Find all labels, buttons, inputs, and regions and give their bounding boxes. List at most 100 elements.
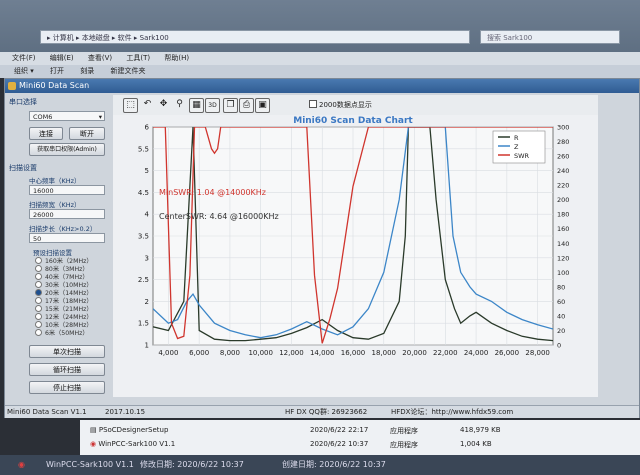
y-left-tick-label: 2 [145, 298, 149, 306]
radio-icon [35, 329, 42, 336]
file-row[interactable]: ◉ WinPCC-Sark100 V1.1 2020/6/22 10:37 应用… [90, 440, 630, 449]
preset-radio[interactable]: 40米（7MHz） [35, 273, 105, 281]
legend-label: R [514, 134, 519, 142]
stop-scan-button[interactable]: 停止扫描 [29, 381, 105, 394]
window-titlebar[interactable]: Mini60 Data Scan [5, 79, 639, 93]
menu-view[interactable]: 查看(V) [88, 54, 112, 62]
y-right-tick-label: 140 [557, 240, 569, 248]
y-left-tick-label: 1.5 [138, 320, 149, 328]
preset-radio[interactable]: 80米（3MHz） [35, 265, 105, 273]
preset-radio[interactable]: 6米（50MHz） [35, 329, 105, 337]
radio-icon [35, 265, 42, 272]
menu-bar: 文件(F) 编辑(E) 查看(V) 工具(T) 帮助(H) [0, 52, 640, 65]
window-title: Mini60 Data Scan [19, 81, 90, 90]
disconnect-button[interactable]: 断开 [69, 127, 105, 140]
serial-port-value: COM6 [33, 113, 53, 121]
loop-scan-button[interactable]: 循环扫描 [29, 363, 105, 376]
undo-icon[interactable]: ↶ [141, 98, 154, 111]
preset-radio[interactable]: 30米（10MHz） [35, 281, 105, 289]
single-scan-button[interactable]: 单次扫描 [29, 345, 105, 358]
x-tick-label: 28,000 [525, 349, 550, 357]
y-left-tick-label: 4.5 [138, 189, 149, 197]
y-right-tick-label: 200 [557, 196, 569, 204]
x-tick-label: 26,000 [495, 349, 520, 357]
center-freq-input[interactable]: 16000 [29, 185, 105, 195]
preset-radio[interactable]: 17米（18MHz） [35, 297, 105, 305]
y-left-tick-label: 5 [145, 167, 149, 175]
points-checkbox[interactable]: 2000数据点显示 [309, 100, 372, 110]
scan-chart: Mini60 Scan Data Chart 4,000 6,000 8,000 10,… [113, 115, 598, 397]
chart-panel: ⬚ ↶ ✥ ⚲ ▦ 3D ❐ ⎙ ▣ 2000数据点显示 Mini60 Scan… [113, 95, 598, 397]
preset-radio[interactable]: 12米（24MHz） [35, 313, 105, 321]
x-tick-label: 18,000 [372, 349, 397, 357]
left-control-panel: 串口选择 COM6 ▾ 连接 断开 获取串口权限(Admin) 扫描设置 中心频… [7, 95, 107, 397]
preset-label-text: 20米（14MHz） [45, 290, 93, 297]
file-name: PSoCDesignerSetup [98, 426, 169, 434]
chart-type-icon[interactable]: ▦ [189, 98, 204, 113]
status-site: HFDX论坛：http://www.hfdx59.com [391, 408, 514, 416]
status-version: Mini60 Data Scan V1.1 [7, 408, 87, 416]
organize-button[interactable]: 组织 ▾ [14, 67, 34, 75]
radio-icon [35, 281, 42, 288]
pan-icon[interactable]: ✥ [157, 98, 170, 111]
address-bar[interactable]: ▸ 计算机 ▸ 本地磁盘 ▸ 软件 ▸ Sark100 [40, 30, 470, 44]
connect-button[interactable]: 连接 [29, 127, 63, 140]
file-row[interactable]: ▤ PSoCDesignerSetup 2020/6/22 22:17 应用程序… [90, 426, 630, 435]
radio-icon [35, 297, 42, 304]
zoom-icon[interactable]: ⚲ [173, 98, 186, 111]
preset-label-text: 6米（50MHz） [45, 330, 89, 337]
points-checkbox-label: 2000数据点显示 [319, 101, 372, 109]
preset-label-text: 40米（7MHz） [45, 274, 89, 281]
y-left-tick-label: 3.5 [138, 233, 149, 241]
created-date: 创建日期: 2020/6/22 10:37 [282, 460, 386, 469]
span-label: 扫描频宽（KHz） [29, 201, 81, 209]
y-left-tick-label: 6 [145, 124, 150, 132]
command-bar: 组织 ▾ 打开 刻录 新建文件夹 [0, 65, 640, 78]
preset-radio[interactable]: 20米（14MHz） [35, 289, 105, 297]
preset-label-text: 80米（3MHz） [45, 266, 89, 273]
y-right-tick-label: 60 [557, 298, 565, 306]
print-icon[interactable]: ⎙ [239, 98, 254, 113]
burn-button[interactable]: 刻录 [80, 67, 94, 75]
x-tick-label: 14,000 [310, 349, 335, 357]
y-right-tick-label: 120 [557, 254, 569, 262]
menu-tools[interactable]: 工具(T) [126, 54, 150, 62]
search-input[interactable]: 搜索 Sark100 [480, 30, 620, 44]
scan-settings-label: 扫描设置 [9, 164, 37, 172]
checkbox-icon [309, 100, 317, 108]
preset-label: 预设扫描设置 [33, 249, 72, 257]
status-qq: HF DX QQ群: 26923662 [285, 408, 368, 416]
menu-edit[interactable]: 编辑(E) [50, 54, 74, 62]
y-right-tick-label: 240 [557, 167, 569, 175]
new-folder-button[interactable]: 新建文件夹 [110, 67, 145, 75]
save-icon[interactable]: ▣ [255, 98, 270, 113]
open-button[interactable]: 打开 [50, 67, 64, 75]
select-icon[interactable]: ⬚ [123, 98, 138, 113]
file-size: 418,979 KB [460, 426, 501, 434]
step-input[interactable]: 50 [29, 233, 105, 243]
menu-help[interactable]: 帮助(H) [164, 54, 189, 62]
preset-radio[interactable]: 160米（2MHz） [35, 257, 105, 265]
radio-icon [35, 321, 42, 328]
x-tick-label: 4,000 [158, 349, 178, 357]
serial-port-select[interactable]: COM6 ▾ [29, 111, 105, 121]
admin-permission-button[interactable]: 获取串口权限(Admin) [29, 143, 105, 156]
3d-icon[interactable]: 3D [205, 98, 220, 113]
preset-radio[interactable]: 10米（28MHz） [35, 321, 105, 329]
preset-label-text: 160米（2MHz） [45, 258, 93, 265]
y-right-tick-label: 100 [557, 269, 569, 277]
copy-icon[interactable]: ❐ [223, 98, 238, 113]
x-tick-label: 24,000 [464, 349, 489, 357]
preset-label-text: 10米（28MHz） [45, 322, 93, 329]
preset-radio[interactable]: 15米（21MHz） [35, 305, 105, 313]
span-input[interactable]: 26000 [29, 209, 105, 219]
menu-file[interactable]: 文件(F) [12, 54, 36, 62]
preset-radio-group: 160米（2MHz） 80米（3MHz） 40米（7MHz） 30米（10MHz） 20… [35, 257, 105, 337]
radio-icon [35, 305, 42, 312]
radio-icon [35, 257, 42, 264]
file-icon: ▤ [90, 426, 99, 434]
min-swr-annotation: MinSWR: 1.04 @14000KHz [159, 188, 266, 197]
selected-app-name: WinPCC-Sark100 V1.1 [46, 460, 134, 469]
file-date: 2020/6/22 10:37 [310, 440, 369, 448]
chart-title: Mini60 Scan Data Chart [293, 116, 413, 126]
